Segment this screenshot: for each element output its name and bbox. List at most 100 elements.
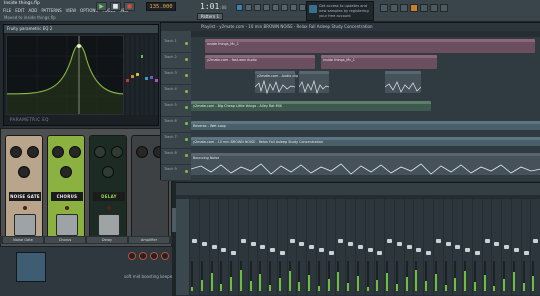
mixer-channel-strip[interactable] (365, 199, 375, 295)
mixer-channel-strip[interactable] (424, 199, 433, 295)
chorus-knob[interactable] (69, 146, 81, 158)
mixer-channel-strip[interactable] (346, 199, 355, 295)
channel-fader[interactable] (435, 239, 441, 243)
track-header[interactable]: Track 5 (161, 101, 191, 117)
channel-fader[interactable] (299, 242, 305, 246)
pedal-slot-label[interactable]: Delay (87, 237, 127, 243)
channel-fader[interactable] (357, 245, 363, 249)
mixer-channel-strip[interactable] (492, 199, 501, 295)
mixer-channel-strip[interactable] (414, 199, 423, 295)
track-header[interactable]: Track 8 (161, 149, 191, 165)
channel-fader[interactable] (201, 242, 207, 246)
mixer-channel-strip[interactable] (443, 199, 453, 295)
tempo-display[interactable]: 135.000 (146, 2, 176, 11)
channel-fader[interactable] (416, 248, 422, 252)
menu-patterns[interactable]: PATTERNS (40, 8, 62, 13)
pedal-slot-label[interactable]: Amplifier (129, 237, 169, 243)
mixer-channel-strip[interactable] (268, 199, 277, 295)
track-mute-led[interactable] (185, 58, 188, 61)
track-mute-led[interactable] (185, 42, 188, 45)
track-mute-led[interactable] (185, 90, 188, 93)
track-header[interactable]: Track 1 (161, 37, 191, 53)
mixer-channel-strip[interactable] (336, 199, 345, 295)
audio-clip[interactable] (299, 71, 329, 95)
mixer-channel-strip[interactable] (238, 199, 248, 295)
audio-clip[interactable]: Bouncing Noise (191, 153, 540, 175)
mixer-channel-strip[interactable] (258, 199, 267, 295)
channel-fader[interactable] (338, 239, 344, 243)
channel-fader[interactable] (455, 245, 461, 249)
eq-band-slider[interactable] (130, 35, 134, 115)
amplifier-knob[interactable] (136, 146, 148, 158)
news-panel[interactable]: Get access to updates and new samples by… (306, 1, 374, 21)
audio-clip[interactable]: y2mate.com - fast.wav Audio (205, 55, 315, 69)
playlist-title[interactable]: Playlist - y2mate.com - 10 min BROWN NOI… (161, 23, 540, 31)
piano-roll-icon[interactable] (390, 4, 398, 12)
mixer-channel-strip[interactable] (219, 199, 228, 295)
channel-fader[interactable] (533, 239, 539, 243)
mixer-icon[interactable] (410, 4, 418, 12)
tool-icon[interactable] (272, 4, 279, 11)
help-icon[interactable] (440, 4, 448, 12)
chorus-footswitch[interactable] (56, 214, 78, 236)
menu-view[interactable]: VIEW (65, 8, 77, 13)
mixer-channel-strip[interactable] (531, 199, 540, 295)
pedal-slot-label[interactable]: Noise Gate (3, 237, 43, 243)
audio-clip[interactable]: y2mate.com - 10 min BROWN NOISE - Relax … (191, 137, 540, 146)
track-header[interactable]: Track 9 (161, 165, 191, 181)
channel-fader[interactable] (192, 239, 197, 243)
delay-footswitch[interactable] (98, 214, 120, 236)
mixer-channel-strip[interactable] (463, 199, 472, 295)
audio-clip[interactable]: inside things_Mc_1 (205, 39, 535, 53)
channel-fader[interactable] (387, 239, 392, 243)
mixer-channel-strip[interactable] (326, 199, 336, 295)
mixer-channel-strip[interactable] (209, 199, 219, 295)
track-header[interactable]: Track 7 (161, 133, 191, 149)
mixer-channel-strip[interactable] (453, 199, 462, 295)
mixer-channel-strip[interactable] (394, 199, 404, 295)
play-button[interactable]: ▶ (96, 2, 107, 11)
channel-fader[interactable] (367, 248, 373, 252)
channel-fader[interactable] (279, 251, 285, 255)
eq-graph[interactable] (6, 35, 124, 115)
mixer-channel-strip[interactable] (355, 199, 365, 295)
playlist-icon[interactable] (380, 4, 388, 12)
eq-window-title[interactable]: Fruity parametric EQ 2 (4, 25, 158, 33)
channel-rack-icon[interactable] (400, 4, 408, 12)
chorus-knob[interactable] (60, 166, 72, 178)
mixer-channel-strip[interactable] (385, 199, 394, 295)
noise-gate-knob[interactable] (10, 146, 22, 158)
delay-knob[interactable] (94, 146, 106, 158)
channel-fader[interactable] (474, 251, 480, 255)
channel-knob[interactable] (161, 252, 169, 260)
menu-file[interactable]: FILE (2, 8, 12, 13)
mixer-channel-strip[interactable] (482, 199, 492, 295)
eq-band-slider[interactable] (145, 35, 149, 115)
track-header[interactable]: Track 6 (161, 117, 191, 133)
channel-fader[interactable] (377, 251, 383, 255)
channel-fader[interactable] (231, 251, 236, 255)
audio-clip[interactable]: y2mate.com - Audio clip (255, 71, 298, 95)
audio-clip[interactable] (385, 71, 421, 93)
channel-fader[interactable] (465, 248, 470, 252)
channel-knob[interactable] (139, 252, 147, 260)
channel-fader[interactable] (211, 245, 217, 249)
tool-icon[interactable] (299, 4, 306, 11)
mixer-channel-strip[interactable] (190, 199, 199, 295)
mixer-header[interactable] (176, 183, 540, 195)
track-header[interactable]: Track 2 (161, 53, 191, 69)
noise-gate-knob[interactable] (27, 146, 39, 158)
tool-icon[interactable] (263, 4, 270, 11)
noise-gate-footswitch[interactable] (14, 214, 36, 236)
browser-icon[interactable] (420, 4, 428, 12)
channel-fader[interactable] (348, 242, 353, 246)
mixer-channel-strip[interactable] (307, 199, 316, 295)
pattern-selector[interactable]: Pattern 1 (197, 13, 223, 20)
mixer-channel-strip[interactable] (277, 199, 287, 295)
mixer-channel-strip[interactable] (502, 199, 511, 295)
eq-band-slider[interactable] (135, 35, 139, 115)
track-header[interactable]: Track 4 (161, 85, 191, 101)
delay-knob[interactable] (111, 146, 123, 158)
mixer-channel-strip[interactable] (521, 199, 531, 295)
track-mute-led[interactable] (185, 154, 188, 157)
